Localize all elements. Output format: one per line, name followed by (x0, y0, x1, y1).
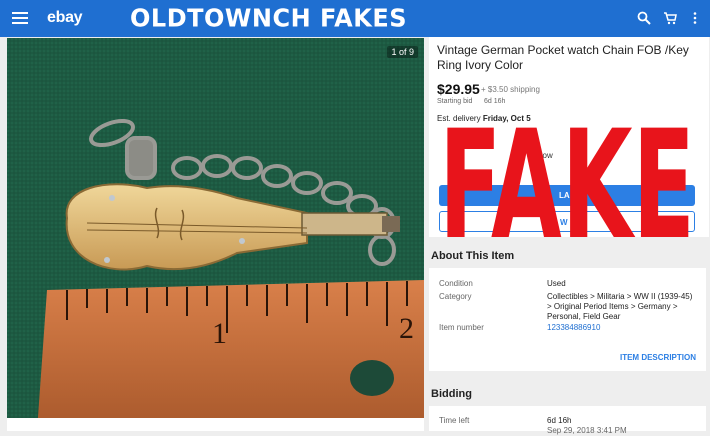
top-app-bar: ebay OLDTOWNCH FAKES (0, 0, 710, 37)
end-date: Sep 29, 2018 3:41 PM (547, 426, 627, 435)
item-number-value[interactable]: 123384886910 (547, 323, 697, 333)
more-icon[interactable] (688, 11, 702, 25)
shipping-cost: + $3.50 shipping (481, 85, 540, 94)
search-icon[interactable] (637, 11, 651, 25)
about-heading: About This Item (431, 250, 515, 262)
ruler-number-2: 2 (399, 312, 414, 345)
product-photo[interactable]: 1 2 1 of 9 (7, 38, 424, 431)
image-counter: 1 of 9 (387, 46, 418, 58)
item-description-link[interactable]: ITEM DESCRIPTION (620, 353, 696, 362)
item-number-label: Item number (439, 323, 484, 332)
ruler-number-1: 1 (212, 317, 227, 350)
photo-illustration: 1 2 (7, 38, 424, 431)
starting-bid-label: Starting bid (437, 98, 473, 105)
fake-stamp-text: FAKE (439, 115, 695, 245)
condition-value: Used (547, 279, 566, 288)
ebay-logo[interactable]: ebay (47, 9, 83, 27)
condition-label: Condition (439, 279, 473, 288)
time-short: 6d 16h (484, 98, 506, 105)
fake-stamp-overlay: FAKE (439, 115, 695, 245)
listing-title: Vintage German Pocket watch Chain FOB /K… (437, 43, 689, 72)
watermark-banner: OLDTOWNCH FAKES (130, 3, 407, 33)
category-label: Category (439, 292, 472, 301)
time-left-label: Time left (439, 416, 470, 425)
category-value: Collectibles > Militaria > WW II (1939-4… (547, 292, 693, 321)
time-left-value: 6d 16h (547, 416, 572, 425)
menu-icon[interactable] (12, 12, 28, 24)
bidding-heading: Bidding (431, 388, 472, 400)
cart-icon[interactable] (663, 11, 677, 25)
current-price: $29.95 (437, 81, 480, 97)
